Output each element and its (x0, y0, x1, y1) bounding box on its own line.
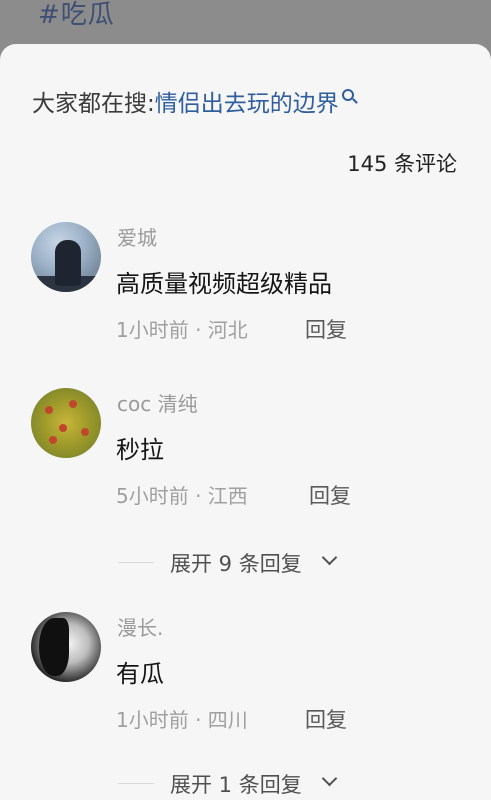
expand-replies-label: 展开 1 条回复 (170, 773, 302, 797)
search-suggestion[interactable]: 大家都在搜:情侣出去玩的边界 (32, 84, 354, 118)
search-icon[interactable] (341, 89, 354, 101)
comment-meta: 5小时前 · 江西 (116, 484, 248, 508)
reply-button[interactable]: 回复 (309, 480, 351, 510)
avatar[interactable] (31, 612, 101, 682)
avatar[interactable] (31, 222, 101, 292)
comment-username[interactable]: 爱城 (117, 222, 157, 251)
reply-button[interactable]: 回复 (305, 314, 347, 344)
expand-replies-label: 展开 9 条回复 (170, 552, 302, 576)
divider (118, 783, 154, 784)
comments-sheet: 大家都在搜:情侣出去玩的边界 145 条评论 爱城 高质量视频超级精品 1小时前… (0, 44, 491, 800)
comment-text: 高质量视频超级精品 (116, 270, 332, 298)
chevron-down-icon (321, 549, 338, 566)
expand-replies-button[interactable]: 展开 1 条回复 (118, 769, 418, 797)
comment-username[interactable]: coc 清纯 (117, 388, 198, 417)
comment-text: 秒拉 (116, 436, 164, 464)
search-suggestion-link[interactable]: 情侣出去玩的边界 (155, 91, 339, 117)
reply-button[interactable]: 回复 (305, 704, 347, 734)
comment-meta: 1小时前 · 河北 (116, 318, 248, 342)
search-suggestion-prefix: 大家都在搜: (32, 91, 155, 117)
avatar[interactable] (31, 388, 101, 458)
chevron-down-icon (321, 770, 338, 787)
expand-replies-button[interactable]: 展开 9 条回复 (118, 548, 418, 576)
comment-count: 145 条评论 (347, 152, 457, 176)
comment-username[interactable]: 漫长. (117, 612, 163, 641)
hashtag-title: #吃瓜 (38, 0, 115, 30)
comment-text: 有瓜 (116, 660, 164, 688)
divider (118, 562, 154, 563)
comment-meta: 1小时前 · 四川 (116, 708, 248, 732)
